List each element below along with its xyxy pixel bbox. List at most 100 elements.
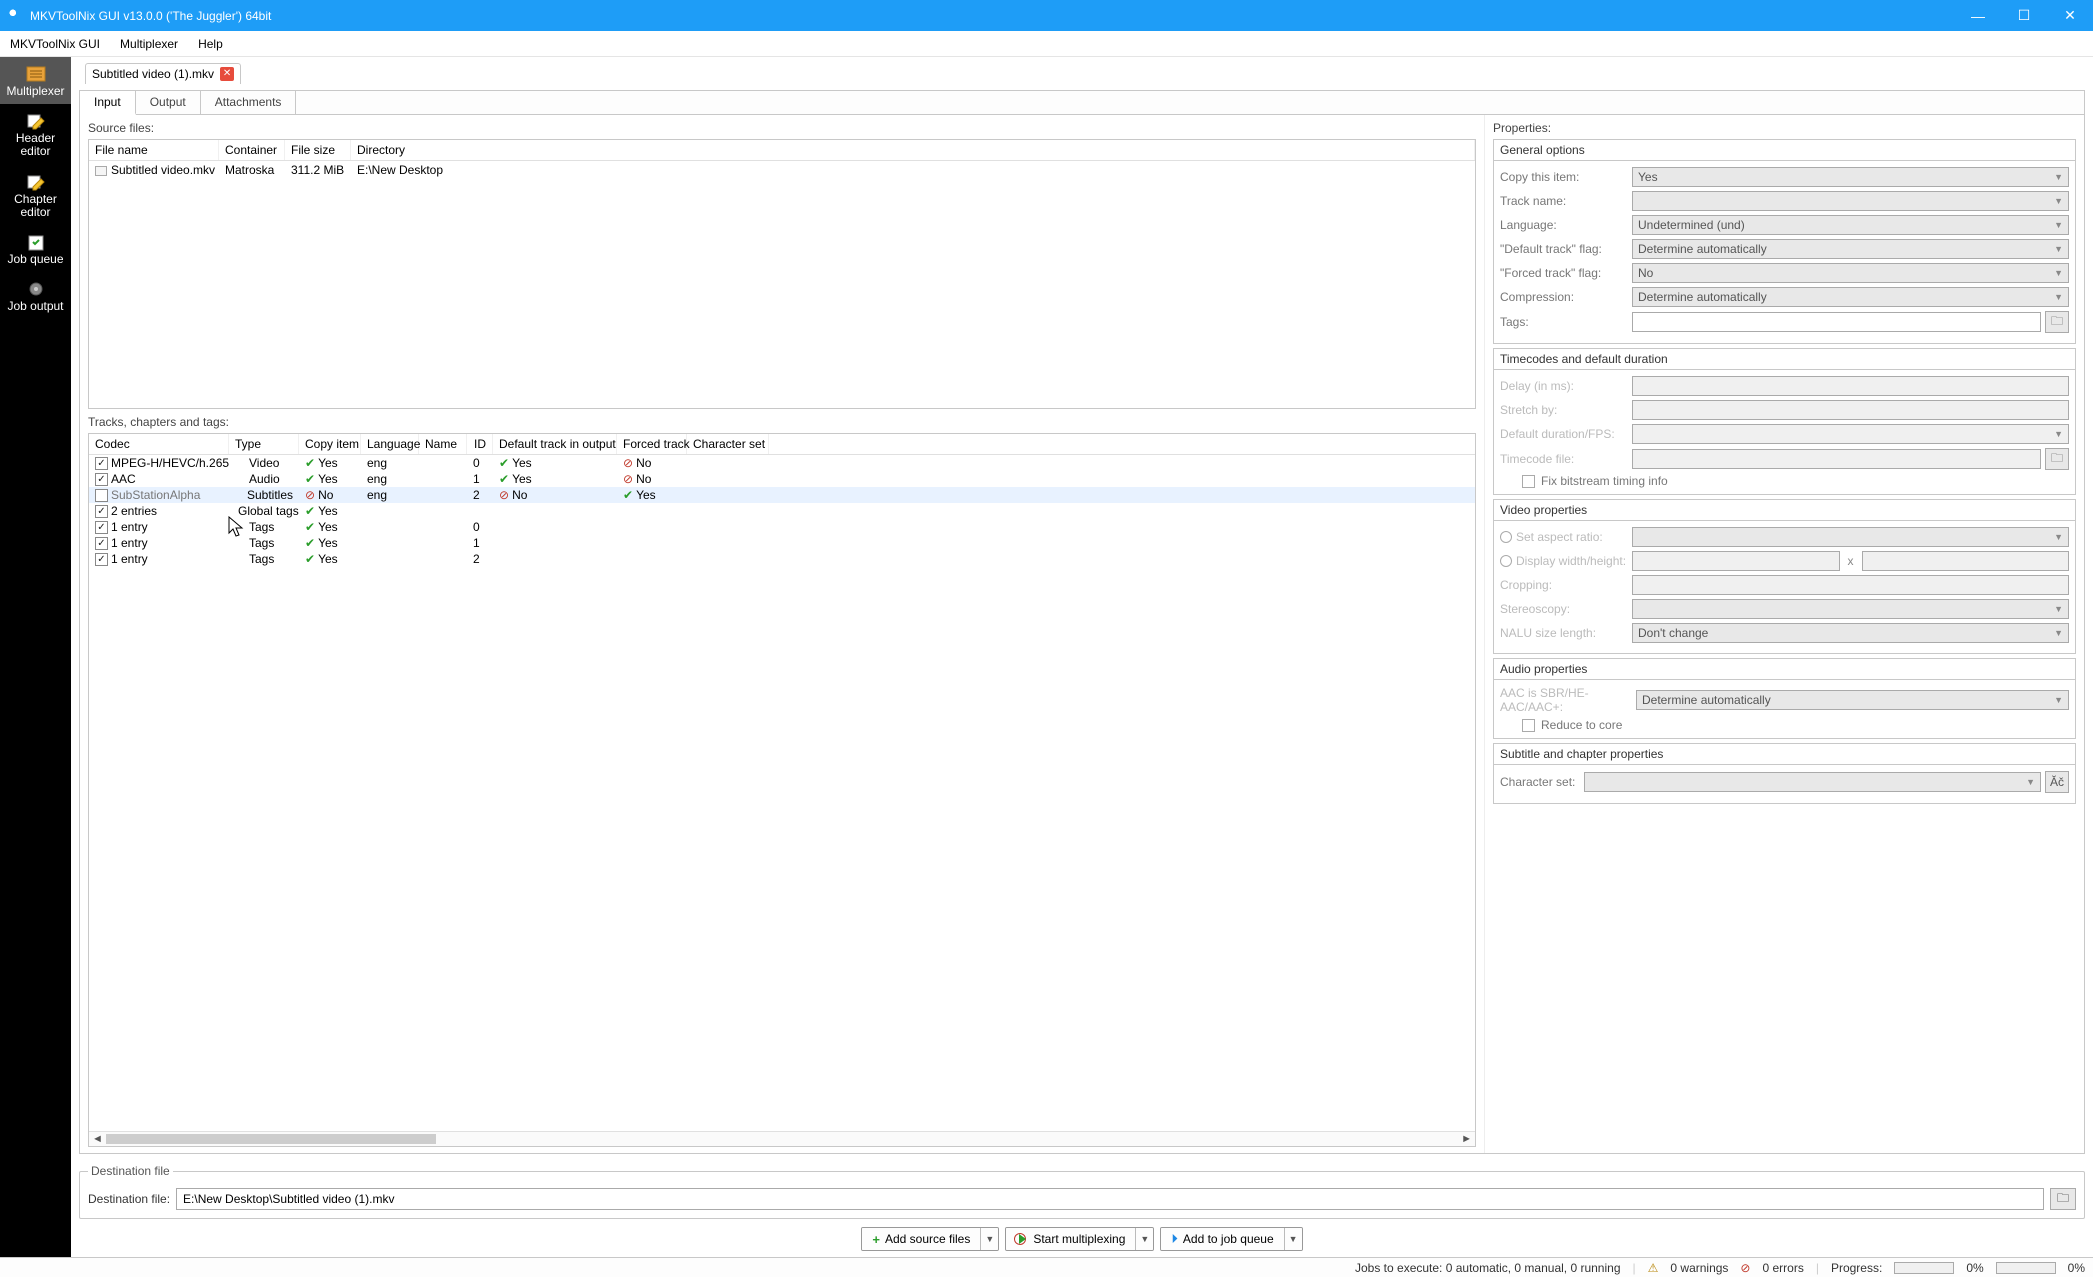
track-row[interactable]: AACAudio✔ Yeseng1✔ Yes⊘ No <box>89 471 1475 487</box>
sidebar-item-job-queue[interactable]: Job queue <box>0 225 71 272</box>
timecode-browse-button[interactable]: 🗀 <box>2045 448 2069 470</box>
tracks-list[interactable]: Codec Type Copy item Language Name ID De… <box>88 433 1476 1147</box>
display-width-input[interactable] <box>1632 551 1840 571</box>
document-tab[interactable]: Subtitled video (1).mkv ✕ <box>85 63 241 84</box>
destination-label: Destination file: <box>88 1192 170 1206</box>
reduce-to-core-checkbox[interactable]: Reduce to core <box>1522 718 2069 732</box>
col-copy-item[interactable]: Copy item <box>299 434 361 454</box>
tab-input[interactable]: Input <box>80 91 136 115</box>
document-tab-label: Subtitled video (1).mkv <box>92 67 214 81</box>
start-multiplexing-dropdown[interactable]: ▼ <box>1135 1228 1153 1250</box>
add-to-job-queue-dropdown[interactable]: ▼ <box>1284 1228 1302 1250</box>
add-to-job-queue-button[interactable]: ⏵Add to job queue ▼ <box>1160 1227 1302 1251</box>
language-select[interactable]: Undetermined (und)▼ <box>1632 215 2069 235</box>
forced-track-flag-select[interactable]: No▼ <box>1632 263 2069 283</box>
scroll-left-arrow-icon[interactable]: ◄ <box>92 1133 103 1145</box>
track-checkbox[interactable] <box>95 505 108 518</box>
scroll-thumb[interactable] <box>106 1134 436 1144</box>
track-checkbox[interactable] <box>95 457 108 470</box>
job-queue-icon <box>25 233 47 251</box>
col-default-track[interactable]: Default track in output <box>493 434 617 454</box>
aspect-ratio-radio[interactable] <box>1500 531 1512 543</box>
delay-input[interactable] <box>1632 376 2069 396</box>
col-name[interactable]: Name <box>419 434 467 454</box>
track-name-select[interactable]: ▼ <box>1632 191 2069 211</box>
character-set-button[interactable]: Ăč <box>2045 771 2069 793</box>
add-source-files-dropdown[interactable]: ▼ <box>980 1228 998 1250</box>
document-tab-close-icon[interactable]: ✕ <box>220 67 234 81</box>
file-icon <box>95 166 107 176</box>
fix-bitstream-checkbox[interactable]: Fix bitstream timing info <box>1522 474 2069 488</box>
type-icon <box>235 554 246 565</box>
track-row[interactable]: 1 entryTags✔ Yes2 <box>89 551 1475 567</box>
track-checkbox[interactable] <box>95 521 108 534</box>
error-icon: ⊘ <box>1740 1261 1750 1275</box>
add-source-files-button[interactable]: +Add source files ▼ <box>861 1227 999 1251</box>
track-checkbox[interactable] <box>95 473 108 486</box>
col-character-set[interactable]: Character set <box>687 434 769 454</box>
compression-select[interactable]: Determine automatically▼ <box>1632 287 2069 307</box>
source-file-row[interactable]: Subtitled video.mkv Matroska 311.2 MiB E… <box>89 161 1475 179</box>
tracks-horizontal-scrollbar[interactable]: ◄ ► <box>89 1131 1475 1146</box>
col-container[interactable]: Container <box>219 140 285 160</box>
col-forced-track[interactable]: Forced track <box>617 434 687 454</box>
col-directory[interactable]: Directory <box>351 140 1475 160</box>
sidebar-item-chapter-editor[interactable]: Chapter editor <box>0 165 71 225</box>
fps-select[interactable]: ▼ <box>1632 424 2069 444</box>
charset-icon: Ăč <box>2050 775 2064 789</box>
tab-output[interactable]: Output <box>136 91 201 114</box>
stretch-input[interactable] <box>1632 400 2069 420</box>
col-file-size[interactable]: File size <box>285 140 351 160</box>
start-multiplexing-button[interactable]: Start multiplexing ▼ <box>1005 1227 1154 1251</box>
track-checkbox[interactable] <box>95 489 108 502</box>
source-files-label: Source files: <box>88 121 1476 135</box>
menu-help[interactable]: Help <box>188 33 233 55</box>
track-checkbox[interactable] <box>95 537 108 550</box>
menu-multiplexer[interactable]: Multiplexer <box>110 33 188 55</box>
aspect-ratio-select[interactable]: ▼ <box>1632 527 2069 547</box>
source-files-list[interactable]: File name Container File size Directory … <box>88 139 1476 409</box>
sidebar-item-multiplexer[interactable]: Multiplexer <box>0 57 71 104</box>
tags-browse-button[interactable]: 🗀 <box>2045 311 2069 333</box>
track-row[interactable]: 1 entryTags✔ Yes1 <box>89 535 1475 551</box>
col-codec[interactable]: Codec <box>89 434 229 454</box>
aac-select[interactable]: Determine automatically▼ <box>1636 690 2069 710</box>
menu-mkvtoolnix-gui[interactable]: MKVToolNix GUI <box>0 33 110 55</box>
scroll-right-arrow-icon[interactable]: ► <box>1461 1133 1472 1145</box>
default-track-flag-select[interactable]: Determine automatically▼ <box>1632 239 2069 259</box>
timecode-file-input[interactable] <box>1632 449 2041 469</box>
stereoscopy-select[interactable]: ▼ <box>1632 599 2069 619</box>
progress-percent: 0% <box>1966 1261 1983 1275</box>
tab-attachments[interactable]: Attachments <box>201 91 297 114</box>
col-language[interactable]: Language <box>361 434 419 454</box>
col-type[interactable]: Type <box>229 434 299 454</box>
display-wh-radio[interactable] <box>1500 555 1512 567</box>
track-row[interactable]: 1 entryTags✔ Yes0 <box>89 519 1475 535</box>
minimize-button[interactable]: — <box>1955 0 2001 31</box>
tags-input[interactable] <box>1632 312 2041 332</box>
header-editor-icon <box>25 112 47 130</box>
track-checkbox[interactable] <box>95 553 108 566</box>
multiplexer-icon <box>25 65 47 83</box>
track-row[interactable]: MPEG-H/HEVC/h.265Video✔ Yeseng0✔ Yes⊘ No <box>89 455 1475 471</box>
progress-bar <box>1894 1262 1954 1274</box>
track-row[interactable]: 2 entriesGlobal tags✔ Yes <box>89 503 1475 519</box>
job-output-icon <box>25 280 47 298</box>
properties-label: Properties: <box>1493 121 2076 135</box>
maximize-button[interactable]: ☐ <box>2001 0 2047 31</box>
destination-browse-button[interactable]: 🗀 <box>2050 1188 2076 1210</box>
track-row[interactable]: SubStationAlphaSubtitles⊘ Noeng2⊘ No✔ Ye… <box>89 487 1475 503</box>
destination-input[interactable] <box>176 1188 2044 1210</box>
sidebar-item-job-output[interactable]: Job output <box>0 272 71 319</box>
nalu-select[interactable]: Don't change▼ <box>1632 623 2069 643</box>
sidebar-item-header-editor[interactable]: Header editor <box>0 104 71 164</box>
tracks-label: Tracks, chapters and tags: <box>88 415 1476 429</box>
col-id[interactable]: ID <box>467 434 493 454</box>
status-errors: 0 errors <box>1762 1261 1803 1275</box>
cropping-input[interactable] <box>1632 575 2069 595</box>
copy-this-item-select[interactable]: Yes▼ <box>1632 167 2069 187</box>
display-height-input[interactable] <box>1862 551 2070 571</box>
close-button[interactable]: ✕ <box>2047 0 2093 31</box>
character-set-select[interactable]: ▼ <box>1584 772 2041 792</box>
col-file-name[interactable]: File name <box>89 140 219 160</box>
